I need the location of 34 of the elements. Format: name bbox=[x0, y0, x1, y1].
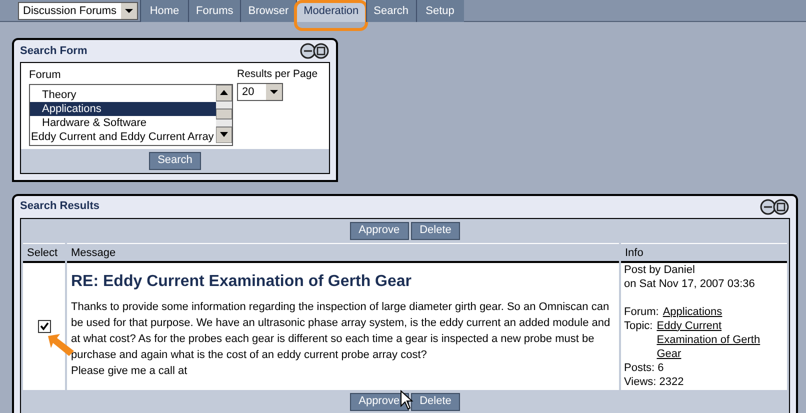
panel-title: Search Results bbox=[20, 199, 100, 214]
results-per-page-dropdown[interactable]: 20 bbox=[237, 82, 283, 101]
forum-dropdown[interactable]: Discussion Forums bbox=[18, 2, 138, 20]
forum-option[interactable]: Hardware & Software bbox=[30, 116, 216, 130]
info-label: Topic: bbox=[624, 318, 653, 332]
topic-link[interactable]: Eddy Current Examination of Gerth Gear bbox=[656, 318, 784, 360]
nav-tab[interactable]: Home bbox=[140, 0, 188, 22]
nav-tab[interactable]: Search bbox=[366, 0, 416, 22]
field-label: Results per Page bbox=[237, 67, 318, 82]
message-body: Please give me a call at bbox=[71, 364, 188, 378]
forum-link[interactable]: Applications bbox=[662, 304, 722, 318]
info-label: Forum: bbox=[624, 304, 659, 318]
message-body: Thanks to provide some information regarding the inspection of large diameter girth gear. So an Omniscan can be used for that purpose. We have an ultrasonic phase array system, is the eddy current an added module and at what cost? As for the probes each gear is different so each time a gear is inspected a new probe must be purchase and again what is the cost of an eddy current probe array cost? bbox=[71, 300, 612, 362]
forum-option[interactable]: Theory bbox=[30, 88, 216, 102]
forum-listbox[interactable]: Theory Applications Hardware & Software Eddy Current and Eddy Current Array bbox=[29, 84, 233, 146]
post-date: on Sat Nov 17, 2007 03:36 bbox=[624, 276, 756, 290]
forum-option[interactable]: Eddy Current and Eddy Current Array bbox=[30, 130, 216, 144]
column-header: Select bbox=[23, 242, 65, 262]
field-label: Forum bbox=[29, 68, 62, 83]
view-count: Views: 2322 bbox=[624, 374, 685, 388]
message-subject: RE: Eddy Current Examination of Gerth Gear bbox=[71, 272, 412, 292]
post-author: Post by Daniel bbox=[624, 262, 696, 276]
approve-button[interactable]: Approve bbox=[350, 222, 409, 240]
nav-tab[interactable]: Setup bbox=[416, 0, 464, 22]
panel-title: Search Form bbox=[20, 44, 88, 59]
delete-button[interactable]: Delete bbox=[410, 222, 460, 240]
nav-tab[interactable]: Browser bbox=[240, 0, 296, 22]
search-button[interactable]: Search bbox=[148, 152, 202, 170]
column-header: Info bbox=[621, 242, 787, 262]
delete-button[interactable]: Delete bbox=[410, 392, 460, 410]
column-header: Message bbox=[67, 242, 619, 262]
forum-option[interactable]: Applications bbox=[30, 102, 216, 116]
nav-tab[interactable]: Forums bbox=[188, 0, 240, 22]
post-count: Posts: 6 bbox=[624, 360, 665, 374]
